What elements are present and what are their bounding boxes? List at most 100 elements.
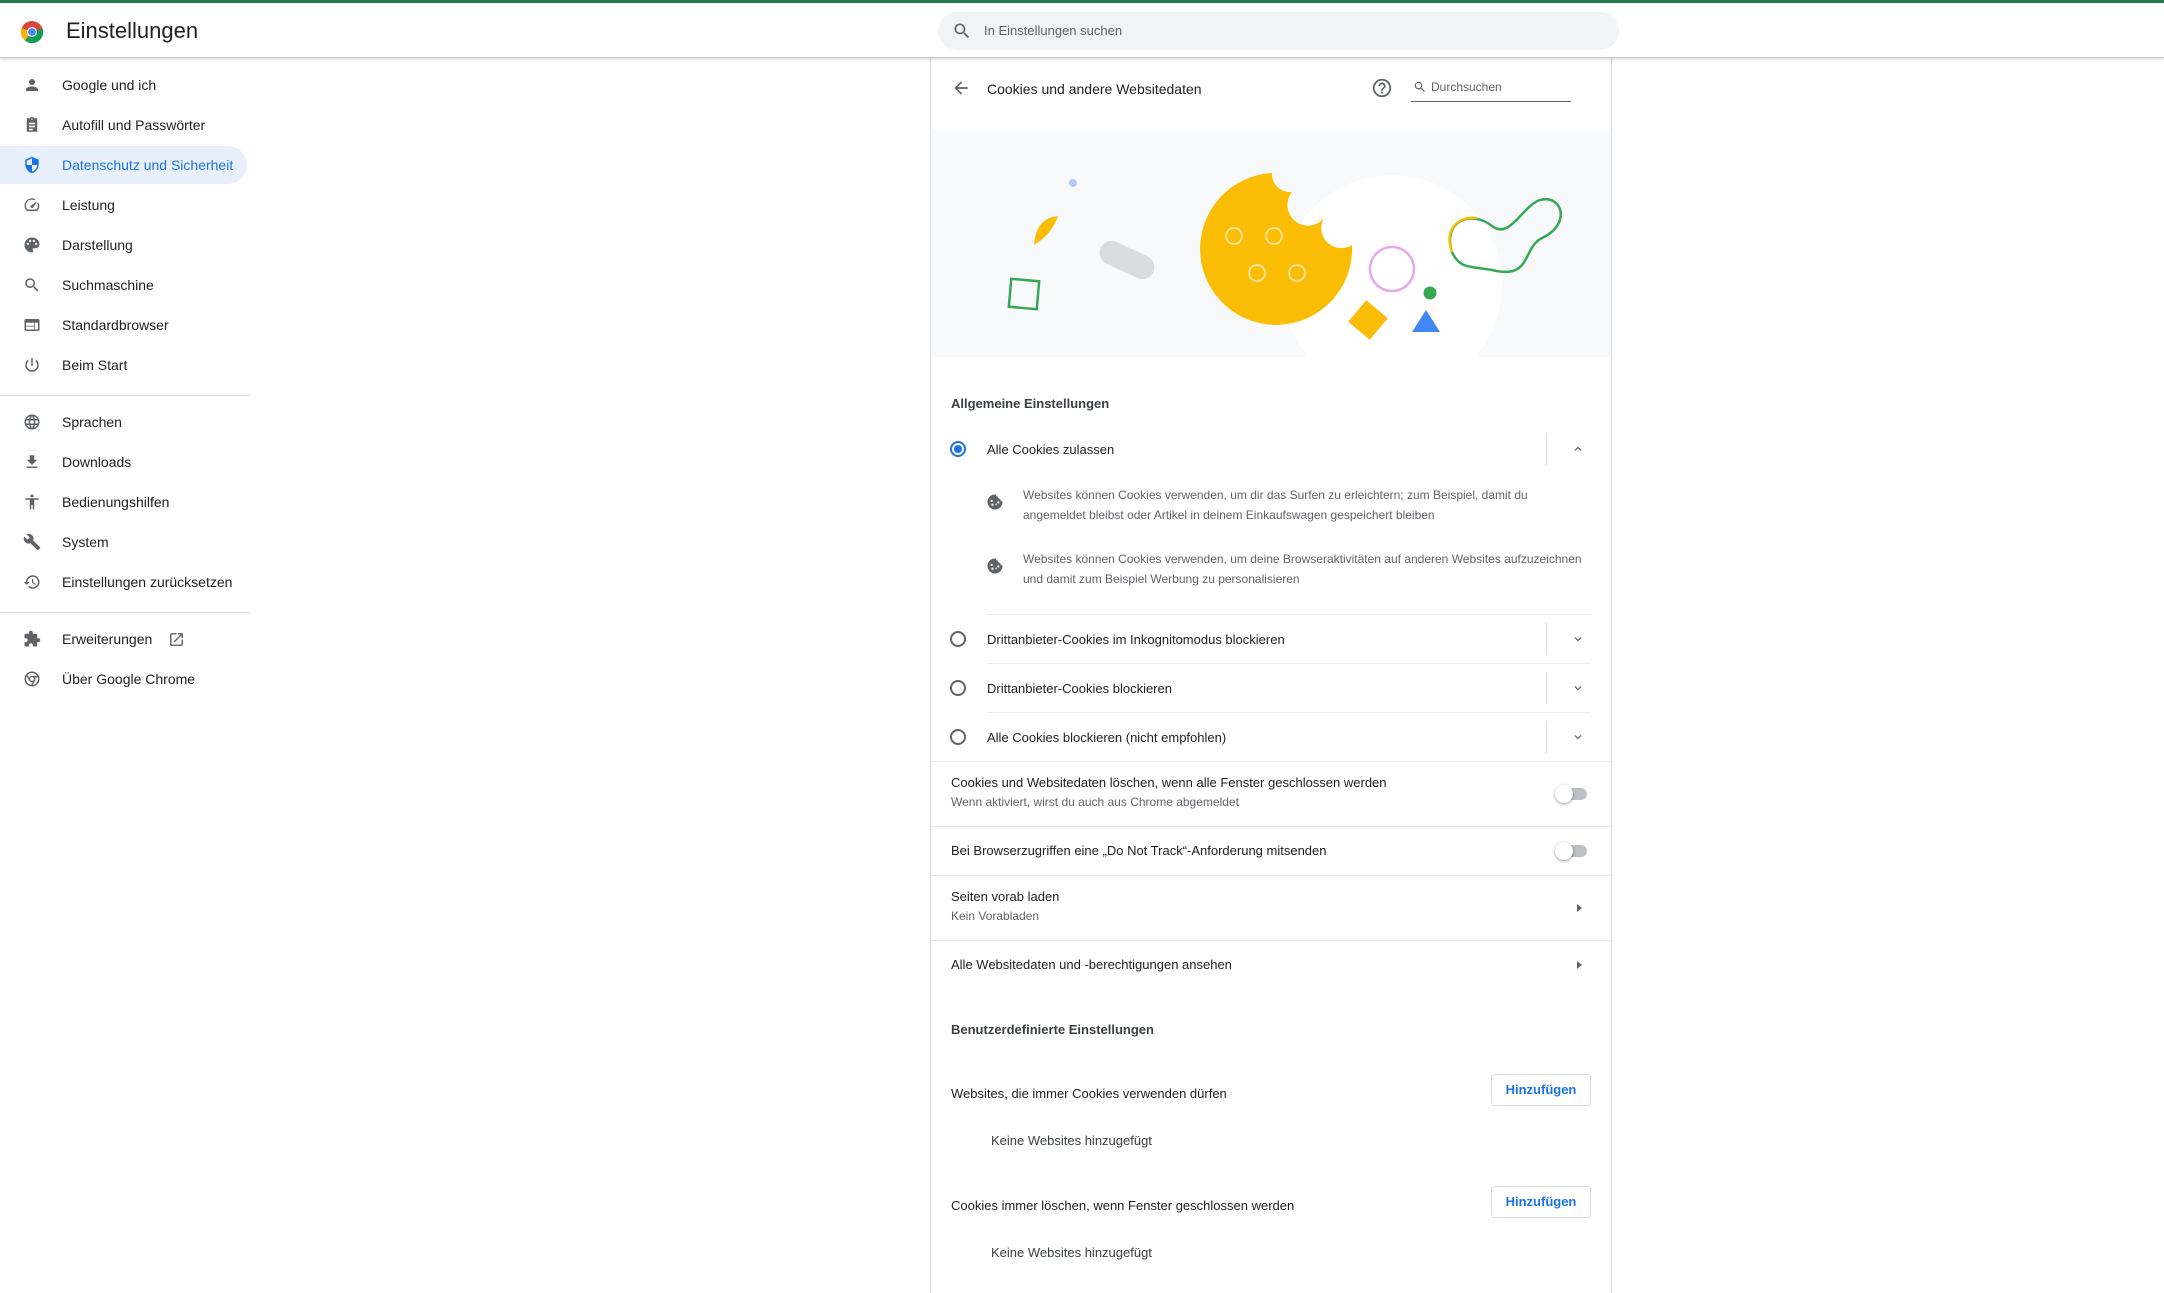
browser-icon bbox=[24, 319, 40, 331]
puzzle-icon bbox=[24, 630, 41, 647]
person-icon bbox=[26, 79, 38, 91]
setting-sublabel: Kein Vorabladen bbox=[951, 909, 1040, 923]
option-label: Drittanbieter-Cookies im Inkognitomodus … bbox=[987, 632, 1285, 647]
empty-list-label: Keine Websites hinzugefügt bbox=[991, 1245, 1152, 1260]
sidebar-item-label: Über Google Chrome bbox=[62, 671, 196, 687]
setting-label: Alle Websitedaten und -berechtigungen an… bbox=[951, 957, 1232, 972]
radio-unselected[interactable] bbox=[950, 729, 966, 745]
sidebar-item-accessibility[interactable]: Bedienungshilfen bbox=[0, 483, 247, 521]
chevron-down-icon[interactable] bbox=[1571, 730, 1585, 744]
divider bbox=[1546, 721, 1547, 753]
sidebar-divider bbox=[0, 612, 250, 613]
add-clear-site-button[interactable]: Hinzufügen bbox=[1491, 1186, 1591, 1218]
setting-label: Bei Browserzugriffen eine „Do Not Track“… bbox=[951, 843, 1327, 858]
all-site-data-row[interactable]: Alle Websitedaten und -berechtigungen an… bbox=[931, 941, 1611, 989]
sidebar-item-reset[interactable]: Einstellungen zurücksetzen bbox=[0, 563, 247, 601]
sidebar-item-privacy[interactable]: Datenschutz und Sicherheit bbox=[0, 146, 247, 184]
custom-settings-heading: Benutzerdefinierte Einstellungen bbox=[951, 1022, 1154, 1037]
subpage-title: Cookies und andere Websitedaten bbox=[987, 81, 1202, 97]
divider bbox=[1546, 672, 1547, 704]
sidebar-item-google[interactable]: Google und ich bbox=[0, 66, 247, 104]
subpage-search-input[interactable]: Durchsuchen bbox=[1411, 74, 1571, 102]
search-icon bbox=[25, 278, 39, 292]
do-not-track-toggle[interactable] bbox=[1555, 842, 1587, 860]
sidebar-item-label: Bedienungshilfen bbox=[62, 494, 170, 510]
setting-label: Cookies immer löschen, wenn Fenster gesc… bbox=[951, 1198, 1295, 1213]
page-title: Einstellungen bbox=[66, 18, 199, 43]
always-clear-row: Cookies immer löschen, wenn Fenster gesc… bbox=[931, 1180, 1611, 1224]
option-label: Drittanbieter-Cookies blockieren bbox=[987, 681, 1172, 696]
sidebar-item-label: Google und ich bbox=[62, 77, 157, 93]
chevron-down-icon[interactable] bbox=[1571, 681, 1585, 695]
preload-pages-row[interactable]: Seiten vorab laden Kein Vorabladen bbox=[931, 876, 1611, 940]
description-text: Websites können Cookies verwenden, um de… bbox=[1023, 552, 1582, 586]
cookie-icon bbox=[987, 494, 1003, 510]
empty-list-label: Keine Websites hinzugefügt bbox=[991, 1133, 1152, 1148]
arrow-right-icon bbox=[1577, 961, 1582, 969]
general-settings-heading: Allgemeine Einstellungen bbox=[951, 396, 1110, 411]
option-allow-all[interactable]: Alle Cookies zulassen bbox=[931, 425, 1611, 473]
sidebar-item-default-browser[interactable]: Standardbrowser bbox=[0, 306, 247, 344]
option-block-all[interactable]: Alle Cookies blockieren (nicht empfohlen… bbox=[931, 713, 1611, 761]
chrome-logo-icon bbox=[20, 21, 44, 44]
globe-icon bbox=[24, 414, 40, 430]
clear-on-exit-row[interactable]: Cookies und Websitedaten löschen, wenn a… bbox=[931, 762, 1611, 826]
sidebar-item-label: System bbox=[62, 534, 109, 550]
option-label: Alle Cookies zulassen bbox=[987, 442, 1115, 457]
arrow-right-icon bbox=[1577, 904, 1582, 912]
radio-unselected[interactable] bbox=[950, 631, 966, 647]
wrench-icon bbox=[23, 533, 41, 551]
setting-sublabel: Wenn aktiviert, wirst du auch aus Chrome… bbox=[951, 795, 1239, 809]
speedometer-icon bbox=[24, 198, 40, 211]
sidebar-divider bbox=[0, 395, 250, 396]
do-not-track-row[interactable]: Bei Browserzugriffen eine „Do Not Track“… bbox=[931, 827, 1611, 875]
shield-icon bbox=[25, 156, 39, 174]
back-arrow-icon[interactable] bbox=[951, 78, 971, 98]
sidebar-item-system[interactable]: System bbox=[0, 523, 247, 561]
sidebar-item-autofill[interactable]: Autofill und Passwörter bbox=[0, 106, 247, 144]
palette-icon bbox=[24, 237, 40, 253]
sidebar-item-on-startup[interactable]: Beim Start bbox=[0, 346, 247, 384]
always-allow-row: Websites, die immer Cookies verwenden dü… bbox=[931, 1068, 1611, 1112]
help-icon[interactable] bbox=[1371, 77, 1393, 99]
divider bbox=[1546, 623, 1547, 655]
radio-unselected[interactable] bbox=[950, 680, 966, 696]
chevron-up-icon[interactable] bbox=[1571, 442, 1585, 456]
sidebar-item-downloads[interactable]: Downloads bbox=[0, 443, 247, 481]
sidebar-item-appearance[interactable]: Darstellung bbox=[0, 226, 247, 264]
sidebar-item-about[interactable]: Über Google Chrome bbox=[0, 660, 247, 698]
search-icon bbox=[1414, 81, 1425, 92]
accessibility-icon bbox=[25, 494, 39, 510]
cookie-icon bbox=[987, 558, 1003, 574]
allow-all-description-2: Websites können Cookies verwenden, um de… bbox=[971, 549, 1591, 593]
sidebar-item-label: Erweiterungen bbox=[62, 631, 153, 647]
chevron-down-icon[interactable] bbox=[1571, 632, 1585, 646]
setting-label: Websites, die immer Cookies verwenden dü… bbox=[951, 1086, 1227, 1101]
sidebar-item-performance[interactable]: Leistung bbox=[0, 186, 247, 224]
divider bbox=[1546, 433, 1547, 465]
chrome-icon bbox=[24, 671, 40, 687]
download-icon bbox=[26, 455, 38, 468]
option-block-third-party[interactable]: Drittanbieter-Cookies blockieren bbox=[931, 664, 1611, 712]
cookies-settings-panel: Cookies und andere Websitedaten Durchsuc… bbox=[930, 58, 1612, 1293]
sidebar-item-search-engine[interactable]: Suchmaschine bbox=[0, 266, 247, 304]
add-allowed-site-button[interactable]: Hinzufügen bbox=[1491, 1074, 1591, 1106]
sidebar-item-label: Downloads bbox=[62, 454, 132, 470]
clear-on-exit-toggle[interactable] bbox=[1555, 785, 1587, 803]
setting-label: Cookies und Websitedaten löschen, wenn a… bbox=[951, 775, 1387, 790]
sidebar-item-extensions[interactable]: Erweiterungen bbox=[0, 620, 247, 658]
sidebar-item-languages[interactable]: Sprachen bbox=[0, 403, 247, 441]
sidebar-item-label: Beim Start bbox=[62, 357, 128, 373]
search-placeholder: In Einstellungen suchen bbox=[984, 23, 1123, 38]
sidebar-item-label: Autofill und Passwörter bbox=[62, 117, 206, 133]
power-icon bbox=[25, 358, 39, 372]
settings-search-input[interactable]: In Einstellungen suchen bbox=[938, 12, 1619, 50]
radio-selected[interactable] bbox=[950, 441, 966, 457]
external-link-icon bbox=[170, 633, 183, 646]
header-bar: Einstellungen In Einstellungen suchen bbox=[0, 3, 2164, 58]
description-text: Websites können Cookies verwenden, um di… bbox=[1023, 488, 1528, 522]
subpage-header: Cookies und andere Websitedaten Durchsuc… bbox=[931, 58, 1611, 130]
sidebar-item-label: Suchmaschine bbox=[62, 277, 154, 293]
option-block-third-party-incognito[interactable]: Drittanbieter-Cookies im Inkognitomodus … bbox=[931, 615, 1611, 663]
search-icon bbox=[954, 23, 970, 39]
